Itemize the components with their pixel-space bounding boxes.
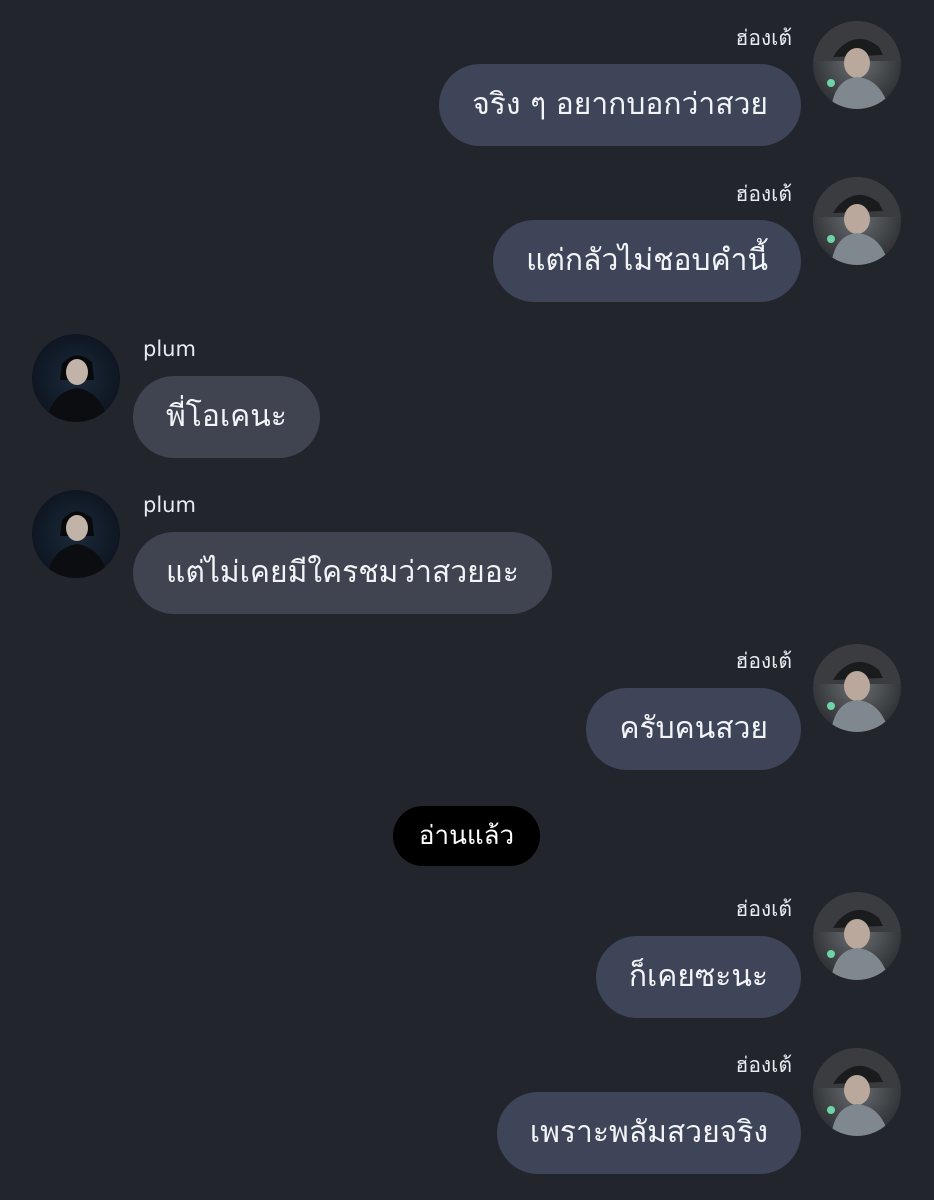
read-indicator: อ่านแล้ว: [393, 806, 540, 866]
message-bubble[interactable]: เพราะพลัมสวยจริง: [496, 1092, 801, 1174]
sender-name: ฮ่องเต้: [735, 26, 793, 50]
sender-name: ฮ่องเต้: [735, 897, 793, 921]
message-bubble[interactable]: แต่ไม่เคยมีใครชมว่าสวยอะ: [133, 532, 552, 614]
avatar[interactable]: [32, 490, 120, 578]
avatar[interactable]: [813, 1048, 901, 1136]
message-bubble[interactable]: ครับคนสวย: [586, 688, 801, 770]
message-bubble[interactable]: จริง ๆ อยากบอกว่าสวย: [439, 64, 801, 146]
sender-name: plum: [143, 337, 196, 361]
sender-name: plum: [143, 493, 196, 517]
sender-name: ฮ่องเต้: [735, 1053, 793, 1077]
sender-name: ฮ่องเต้: [735, 182, 793, 206]
avatar[interactable]: [813, 177, 901, 265]
message-bubble[interactable]: ก็เคยซะนะ: [595, 936, 801, 1018]
avatar[interactable]: [813, 892, 901, 980]
message-bubble[interactable]: พี่โอเคนะ: [133, 376, 320, 458]
message-bubble[interactable]: แต่กลัวไม่ชอบคำนี้: [493, 220, 801, 302]
sender-name: ฮ่องเต้: [735, 649, 793, 673]
avatar[interactable]: [32, 334, 120, 422]
avatar[interactable]: [813, 644, 901, 732]
avatar[interactable]: [813, 21, 901, 109]
